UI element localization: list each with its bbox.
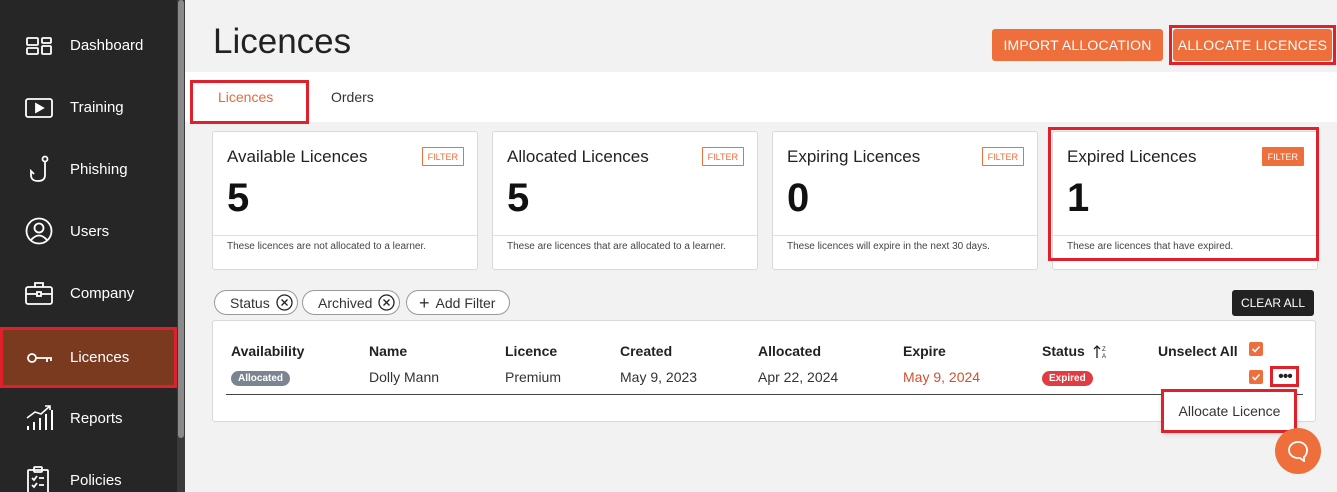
card-value: 5 <box>507 176 530 220</box>
briefcase-icon <box>24 278 54 308</box>
card-expired-licences: Expired Licences FILTER 1 These are lice… <box>1052 131 1318 270</box>
unselect-all-checkbox[interactable] <box>1249 342 1263 356</box>
availability-badge: Allocated <box>231 371 291 386</box>
column-header-created[interactable]: Created <box>620 343 672 359</box>
sidebar-item-label: Licences <box>70 349 130 366</box>
card-description: These licences will expire in the next 3… <box>773 235 1037 270</box>
chip-label: Archived <box>318 294 373 311</box>
plus-icon: + <box>419 292 430 313</box>
sidebar-item-label: Users <box>70 222 110 240</box>
svg-text:Z: Z <box>1102 347 1106 353</box>
sidebar-item-label: Dashboard <box>70 36 144 54</box>
sidebar-item-company[interactable]: Company <box>0 262 177 324</box>
column-header-expire[interactable]: Expire <box>903 343 946 359</box>
filter-button[interactable]: FILTER <box>701 147 744 166</box>
sidebar-item-reports[interactable]: Reports <box>0 387 177 449</box>
user-icon <box>24 216 54 246</box>
clipboard-icon <box>24 465 54 492</box>
sidebar-item-label: Phishing <box>70 160 128 178</box>
import-allocation-button[interactable]: IMPORT ALLOCATION <box>992 29 1163 61</box>
add-filter-button[interactable]: + Add Filter <box>406 290 511 315</box>
card-description: These are licences that are allocated to… <box>493 235 757 270</box>
card-value: 5 <box>227 176 250 220</box>
close-icon[interactable] <box>276 294 293 311</box>
add-filter-label: Add Filter <box>435 294 496 311</box>
sidebar-scrollbar[interactable] <box>177 0 185 492</box>
card-expiring-licences: Expiring Licences FILTER 0 These licence… <box>772 131 1038 270</box>
chip-label: Status <box>230 294 270 311</box>
card-title: Expiring Licences <box>787 147 921 166</box>
chat-icon <box>1288 441 1308 462</box>
cell-expire: May 9, 2024 <box>903 369 981 385</box>
svg-text:A: A <box>1102 354 1106 360</box>
close-icon[interactable] <box>378 294 396 311</box>
tab-licences[interactable]: Licences <box>218 89 273 105</box>
allocate-licences-button[interactable]: ALLOCATE LICENCES <box>1173 29 1332 61</box>
card-description: These are licences that have expired. <box>1053 235 1317 270</box>
filter-button[interactable]: FILTER <box>981 147 1024 166</box>
row-divider <box>226 394 1303 395</box>
dashboard-icon <box>24 30 54 60</box>
clear-all-button[interactable]: CLEAR ALL <box>1232 290 1314 316</box>
filter-button[interactable]: FILTER <box>1261 147 1304 166</box>
card-allocated-licences: Allocated Licences FILTER 5 These are li… <box>492 131 758 270</box>
chart-icon <box>24 403 54 433</box>
check-icon <box>1251 345 1261 353</box>
row-more-button[interactable]: ••• <box>1273 368 1297 385</box>
sidebar: Dashboard Training Phishing Users Compan… <box>0 0 185 492</box>
key-icon <box>24 343 54 373</box>
column-header-status[interactable]: Status <box>1042 343 1085 359</box>
cell-name: Dolly Mann <box>369 369 440 385</box>
card-title: Expired Licences <box>1067 147 1197 166</box>
row-action-menu: Allocate Licence <box>1163 391 1296 431</box>
sort-icon[interactable]: ZA <box>1093 344 1109 360</box>
cell-created: May 9, 2023 <box>620 369 698 385</box>
hook-icon <box>24 154 54 184</box>
tab-bar: Licences Orders <box>185 72 1337 122</box>
sidebar-item-training[interactable]: Training <box>0 76 177 138</box>
row-checkbox[interactable] <box>1249 370 1263 384</box>
column-header-availability[interactable]: Availability <box>231 343 304 359</box>
check-icon <box>1251 373 1261 381</box>
sidebar-item-dashboard[interactable]: Dashboard <box>0 14 177 76</box>
sidebar-item-label: Training <box>70 98 124 116</box>
help-chat-button[interactable] <box>1275 428 1321 474</box>
card-available-licences: Available Licences FILTER 5 These licenc… <box>212 131 478 270</box>
filter-chip-archived[interactable]: Archived <box>302 290 401 315</box>
menu-item-allocate-licence[interactable]: Allocate Licence <box>1179 403 1281 419</box>
sidebar-item-label: Reports <box>70 409 123 427</box>
card-description: These licences are not allocated to a le… <box>213 235 477 270</box>
card-value: 1 <box>1067 176 1090 220</box>
sidebar-item-label: Company <box>70 284 135 302</box>
filter-button[interactable]: FILTER <box>421 147 464 166</box>
filter-chip-status[interactable]: Status <box>214 290 298 315</box>
sidebar-scrollbar-thumb[interactable] <box>178 0 184 438</box>
status-badge: Expired <box>1042 371 1093 386</box>
cell-allocated: Apr 22, 2024 <box>758 369 839 385</box>
tab-orders[interactable]: Orders <box>331 89 374 105</box>
play-icon <box>24 92 54 122</box>
page-title: Licences <box>213 22 352 61</box>
column-header-licence[interactable]: Licence <box>505 343 557 359</box>
sidebar-item-licences[interactable]: Licences <box>0 327 177 388</box>
card-title: Allocated Licences <box>507 147 649 166</box>
column-header-name[interactable]: Name <box>369 343 407 359</box>
unselect-all-label[interactable]: Unselect All <box>1158 343 1238 359</box>
sidebar-item-policies[interactable]: Policies <box>0 449 177 492</box>
column-header-allocated[interactable]: Allocated <box>758 343 821 359</box>
sidebar-item-phishing[interactable]: Phishing <box>0 138 177 200</box>
sidebar-item-users[interactable]: Users <box>0 200 177 262</box>
sidebar-item-label: Policies <box>70 471 122 489</box>
card-value: 0 <box>787 176 810 220</box>
cell-licence: Premium <box>505 369 562 385</box>
card-title: Available Licences <box>227 147 368 166</box>
